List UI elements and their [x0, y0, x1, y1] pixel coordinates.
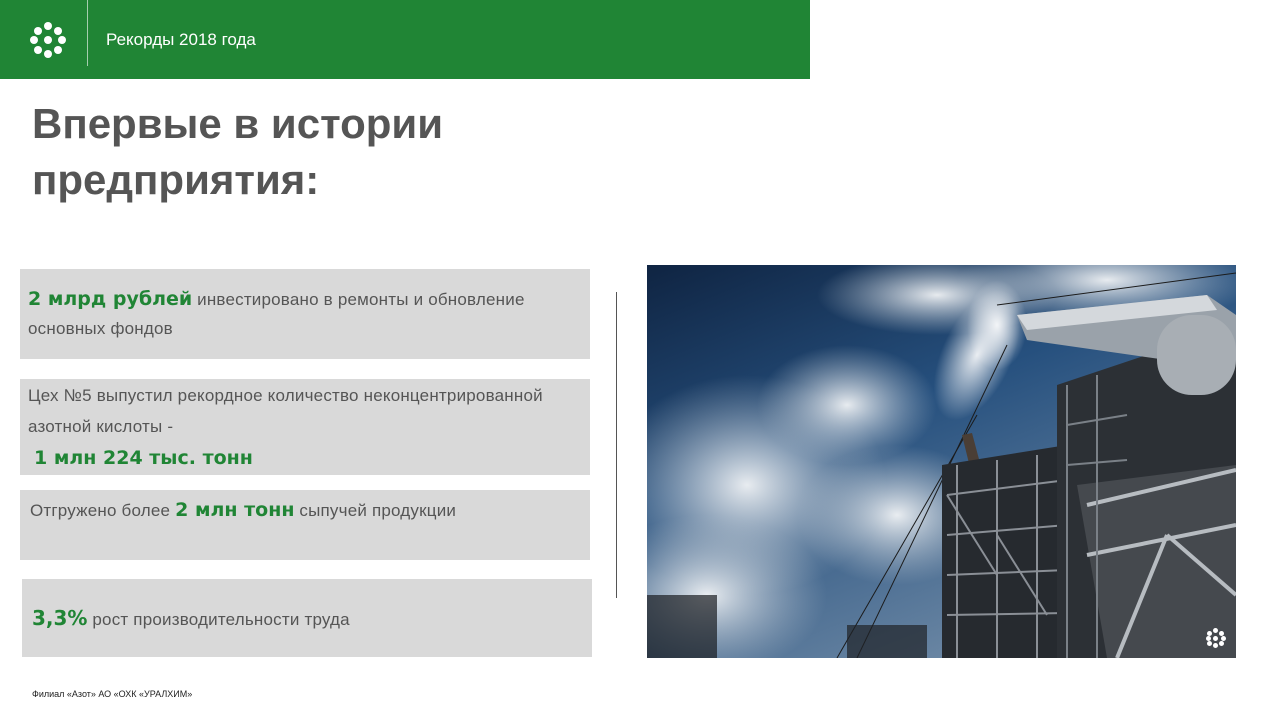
- uralchem-logo-icon: [1206, 628, 1226, 648]
- record-text: рост производительности труда: [87, 610, 350, 629]
- page-title-line-1: Впервые в истории: [32, 100, 444, 147]
- record-card-shipment: Отгружено более 2 млн тонн сыпучей проду…: [20, 490, 590, 560]
- page-title-line-2: предприятия:: [32, 156, 320, 203]
- record-highlight: 3,3%: [32, 606, 88, 630]
- header-title: Рекорды 2018 года: [106, 30, 256, 49]
- header-bar: Рекорды 2018 года: [0, 0, 810, 79]
- record-highlight: 1 млн 224 тыс. тонн: [34, 447, 253, 469]
- record-text: сыпучей продукции: [294, 501, 457, 520]
- vertical-divider: [616, 292, 617, 598]
- header-divider: [87, 0, 88, 66]
- uralchem-logo-icon: [30, 22, 66, 58]
- page-title: Впервые в истории предприятия:: [32, 96, 592, 208]
- record-highlight: 2 млрд рублей: [28, 288, 193, 310]
- record-highlight: 2 млн тонн: [175, 499, 295, 521]
- record-card-nitric-acid: Цех №5 выпустил рекордное количество нек…: [20, 379, 590, 475]
- record-card-productivity: 3,3% рост производительности труда: [22, 579, 592, 657]
- record-text: Цех №5 выпустил рекордное количество нек…: [28, 386, 543, 436]
- industrial-plant-photo: [647, 265, 1236, 658]
- record-text: Отгружено более: [30, 501, 176, 520]
- footer-text: Филиал «Азот» АО «ОХК «УРАЛХИМ»: [32, 689, 193, 699]
- record-card-investment: 2 млрд рублей инвестировано в ремонты и …: [20, 269, 590, 359]
